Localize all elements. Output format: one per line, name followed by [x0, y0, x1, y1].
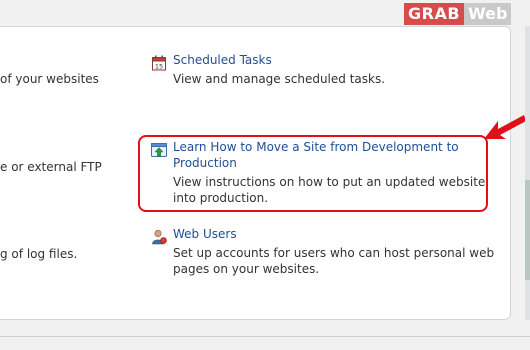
- web-users-link[interactable]: Web Users: [173, 227, 237, 241]
- scheduled-tasks-description: View and manage scheduled tasks.: [173, 72, 386, 86]
- left-desc-ftp: e or external FTP: [0, 160, 102, 174]
- red-arrow-annotation: [484, 115, 526, 139]
- bottom-divider: [0, 336, 530, 337]
- left-desc-websites: of your websites: [0, 72, 99, 86]
- watermark-grab: GRAB: [404, 3, 465, 25]
- web-users-description-line2: pages on your websites.: [173, 262, 320, 276]
- scheduled-tasks-link[interactable]: Scheduled Tasks: [173, 53, 272, 67]
- grabweb-watermark: GRAB Web: [404, 3, 526, 25]
- svg-text:15: 15: [155, 62, 163, 70]
- watermark-web: Web: [464, 3, 512, 25]
- highlight-box: [138, 135, 488, 212]
- user-icon: [152, 229, 167, 245]
- scrollbar-thumb[interactable]: [525, 180, 530, 280]
- left-desc-logs: g of log files.: [0, 247, 78, 261]
- calendar-icon: 15: [152, 55, 166, 71]
- web-users-description-line1: Set up accounts for users who can host p…: [173, 246, 495, 260]
